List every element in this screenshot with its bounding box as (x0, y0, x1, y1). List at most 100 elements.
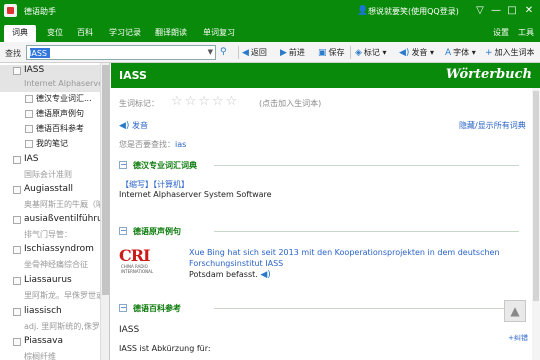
list-item[interactable]: IAS (0, 154, 100, 168)
add-word-label: 加入生词本 (494, 48, 535, 57)
expand-icon[interactable] (13, 277, 21, 285)
back-button[interactable]: ◀ 返回 (242, 47, 267, 58)
main-nav: 词典 变位 百科 学习记录 翻译朗读 单词复习 设置 工具 (0, 23, 540, 42)
title-bar: 德语助手 👤 想说就要笑(使用QQ登录) ▽ — □ ✕ (0, 0, 540, 23)
pronounce-button[interactable]: ◀) 发音 ▾ (399, 47, 434, 58)
example-text-end: Potsdam befasst. (189, 270, 258, 279)
search-box[interactable]: ▼ (26, 45, 216, 60)
mark-button[interactable]: ◈ 标记 ▾ (355, 47, 386, 58)
font-label: 字体 (453, 48, 470, 57)
example-highlight[interactable]: IASS (265, 259, 283, 268)
tab-translate[interactable]: 翻译朗读 (155, 27, 187, 38)
section-title: 德语原声例句 (133, 227, 181, 236)
entry-title: IASS (119, 69, 147, 82)
add-word-button[interactable]: + 加入生词本 (485, 47, 535, 58)
speaker-icon: ◀) (399, 48, 410, 58)
list-item[interactable]: Ischiassyndrom (0, 244, 100, 258)
list-item-translation: 里阿斯龙。早侏罗世或 (24, 291, 100, 300)
checkbox-icon[interactable] (25, 110, 33, 118)
checkbox-icon[interactable] (25, 140, 33, 148)
correction-link[interactable]: +纠错 (508, 333, 528, 343)
font-button[interactable]: A 字体 ▾ (445, 47, 476, 58)
back-icon: ◀ (242, 48, 249, 58)
save-label: 保存 (328, 48, 345, 57)
scroll-top-button[interactable]: ▲ (504, 300, 526, 322)
skin-menu-icon[interactable]: ▽ (472, 5, 488, 17)
dropdown-arrow-icon[interactable]: ▼ (208, 48, 213, 56)
cri-logo-subtitle: CHINA RADIO INTERNATIONAL (121, 264, 154, 274)
rating-stars[interactable]: ☆☆☆☆☆ (171, 94, 239, 109)
expand-icon[interactable] (13, 246, 21, 254)
pronounce-label: 发音 (411, 48, 428, 57)
tree-item-encyclopedia[interactable]: 德语百科参考 (0, 123, 100, 136)
save-button[interactable]: ▣ 保存 (318, 47, 345, 58)
tree-item-notes[interactable]: 我的笔记 (0, 138, 100, 151)
list-item-translation: 棕榈纤维 (24, 352, 56, 360)
tab-conjugation[interactable]: 变位 (47, 27, 63, 38)
scrollbar-thumb[interactable] (102, 65, 109, 295)
speaker-icon: ◀) (119, 121, 130, 131)
speaker-icon[interactable]: ◀) (260, 270, 270, 280)
collapse-icon[interactable]: − (119, 227, 127, 235)
list-item-translation: 坐骨神经痛综合征 (24, 260, 88, 269)
tab-dictionary[interactable]: 词典 (4, 25, 36, 42)
tree-item-dict[interactable]: 德汉专业词汇... (0, 93, 100, 106)
forward-icon: ▶ (280, 48, 287, 58)
tab-review[interactable]: 单词复习 (203, 27, 235, 38)
list-item[interactable]: Liassaurus (0, 275, 100, 289)
app-logo-icon (4, 4, 17, 17)
expand-icon[interactable] (13, 186, 21, 194)
close-button[interactable]: ✕ (521, 5, 537, 17)
search-button[interactable]: ⚲ (220, 47, 229, 57)
sidebar-scrollbar[interactable] (100, 63, 109, 360)
pronounce-link[interactable]: ◀) 发音 (119, 120, 148, 131)
toolbar-divider (350, 46, 351, 59)
list-item-translation: Internet Alphaserver (0, 79, 100, 92)
list-item-translation: 排气门导管： (24, 230, 72, 239)
divider (214, 165, 519, 166)
minimize-button[interactable]: — (488, 5, 504, 17)
expand-icon[interactable] (13, 216, 21, 224)
mark-label: 标记 (363, 48, 380, 57)
toolbar-divider (238, 46, 239, 59)
maximize-button[interactable]: □ (504, 5, 520, 17)
suggestion-label: 您是否要查找：ias (119, 140, 187, 149)
search-icon: ⚲ (220, 47, 227, 57)
example-sentence: Xue Bing hat sich seit 2013 mit den Koop… (189, 247, 519, 281)
forward-button[interactable]: ▶ 前进 (280, 47, 305, 58)
dict-definition: Internet Alphaserver System Software (119, 190, 272, 199)
list-item[interactable]: Augiasstall (0, 184, 100, 198)
search-input[interactable] (29, 47, 189, 59)
list-item-word: IASS (24, 65, 45, 75)
collapse-icon[interactable] (13, 67, 21, 75)
toggle-dicts-link[interactable]: 隐藏/显示所有词典 (459, 120, 526, 131)
collapse-icon[interactable]: − (119, 304, 127, 312)
user-login[interactable]: 想说就要笑(使用QQ登录) (368, 6, 459, 17)
list-item[interactable]: liassisch (0, 306, 100, 320)
checkbox-icon[interactable] (25, 95, 33, 103)
encyclopedia-title: IASS (119, 325, 140, 335)
expand-icon[interactable] (13, 156, 21, 164)
list-item[interactable]: ausiaßventilführu (0, 214, 100, 228)
content-scrollbar[interactable] (532, 88, 540, 360)
expand-icon[interactable] (13, 338, 21, 346)
tree-item-examples[interactable]: 德语原声例句 (0, 108, 100, 121)
add-hint: (点击加入生词本) (259, 99, 322, 108)
settings-link[interactable]: 设置 (493, 27, 509, 38)
cri-logo-text: CRI (119, 246, 151, 265)
tab-study-record[interactable]: 学习记录 (109, 27, 141, 38)
list-item[interactable]: Piassava (0, 336, 100, 350)
entry-header: IASS Wörterbuch (111, 63, 540, 88)
list-item-translation: 奥基阿斯王的牛厩（喻 (24, 200, 100, 209)
tab-encyclopedia[interactable]: 百科 (77, 27, 93, 38)
suggestion-link[interactable]: ias (175, 140, 186, 149)
collapse-icon[interactable]: − (119, 161, 127, 169)
encyclopedia-text: IASS ist Abkürzung für: (119, 344, 211, 353)
toolbar: 查找 ▼ ⚲ ◀返回 ▶前进 ▣保存 ◈标记 ▾ ◀)发音 ▾ A字体 ▾ +加… (0, 42, 540, 63)
tools-link[interactable]: 工具 (518, 27, 534, 38)
expand-icon[interactable] (13, 308, 21, 316)
checkbox-icon[interactable] (25, 125, 33, 133)
list-item-translation: adj. 里阿斯统的,侏罗 (24, 322, 100, 331)
scrollbar-thumb[interactable] (533, 91, 539, 301)
list-item[interactable]: IASS (0, 65, 100, 79)
